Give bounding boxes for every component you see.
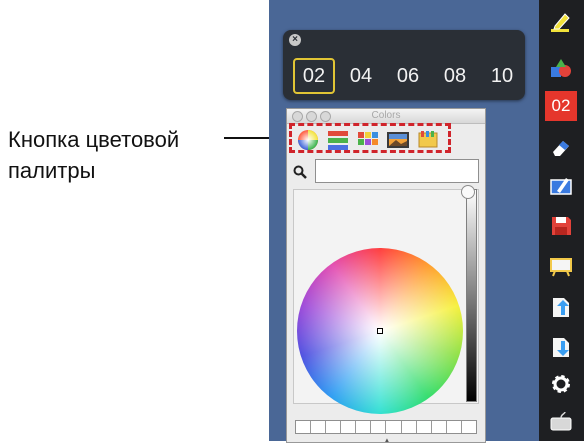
swatch[interactable] [341,421,357,433]
whiteboard-icon [550,258,572,277]
search-icon [293,165,307,179]
swatch[interactable] [311,421,327,433]
keyboard-icon [550,411,572,431]
color-wheel[interactable] [297,248,463,414]
swatch[interactable] [402,421,417,433]
settings-icon [552,375,570,393]
pen-size-button[interactable]: 02 [545,91,577,121]
right-toolbar: 02 [539,0,584,441]
eraser-tool[interactable] [547,134,575,162]
palette-buttons-highlight [289,123,451,153]
pen-size-04[interactable]: 04 [340,58,382,94]
screen-draw-tool[interactable] [547,172,575,200]
screen-draw-icon [550,178,572,195]
save-icon [552,217,571,235]
swatch[interactable] [296,421,312,433]
resize-handle-icon[interactable]: ▲ [383,436,391,442]
brightness-slider-knob[interactable] [461,185,475,199]
swatch[interactable] [371,421,387,433]
pen-size-08[interactable]: 08 [434,58,476,94]
highlighter-tool[interactable] [547,8,575,36]
eraser-icon [553,141,569,156]
callout-line1: Кнопка цветовой [8,127,180,152]
swatch[interactable] [462,421,476,433]
pen-size-options: 02 04 06 08 10 [293,58,523,94]
pen-size-10[interactable]: 10 [481,58,523,94]
pen-size-panel: × 02 04 06 08 10 [283,30,525,100]
swatch[interactable] [447,421,462,433]
brightness-slider[interactable] [466,189,477,402]
export-tool[interactable] [547,293,575,321]
highlighter-icon [551,13,570,32]
shapes-tool[interactable] [547,54,575,82]
settings-tool[interactable] [547,370,575,398]
pen-size-02[interactable]: 02 [293,58,335,94]
colors-titlebar: Colors [287,109,485,124]
color-selector-dot[interactable] [377,328,383,334]
import-tool[interactable] [547,333,575,361]
whiteboard-tool[interactable] [547,252,575,280]
swatch[interactable] [417,421,432,433]
color-swatch-strip[interactable] [295,420,477,434]
export-icon [553,298,569,317]
swatch[interactable] [356,421,372,433]
color-search-input[interactable] [315,159,479,183]
save-tool[interactable] [547,212,575,240]
import-icon [553,338,569,357]
swatch[interactable] [386,421,402,433]
window-title: Colors [371,110,401,121]
palette-callout: Кнопка цветовой палитры [8,124,179,186]
color-wheel-area [293,189,479,414]
pen-size-06[interactable]: 06 [387,58,429,94]
keyboard-tool[interactable] [547,408,575,436]
swatch[interactable] [326,421,342,433]
shapes-icon [551,59,571,77]
swatch[interactable] [432,421,447,433]
color-search-row [293,159,483,185]
callout-line2: палитры [8,158,96,183]
close-icon[interactable]: × [289,34,301,46]
colors-window: Colors ▲ [286,108,486,443]
